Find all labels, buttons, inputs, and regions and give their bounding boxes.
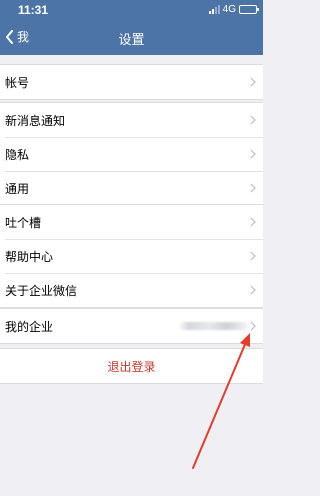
annotation-arrow — [192, 333, 250, 469]
